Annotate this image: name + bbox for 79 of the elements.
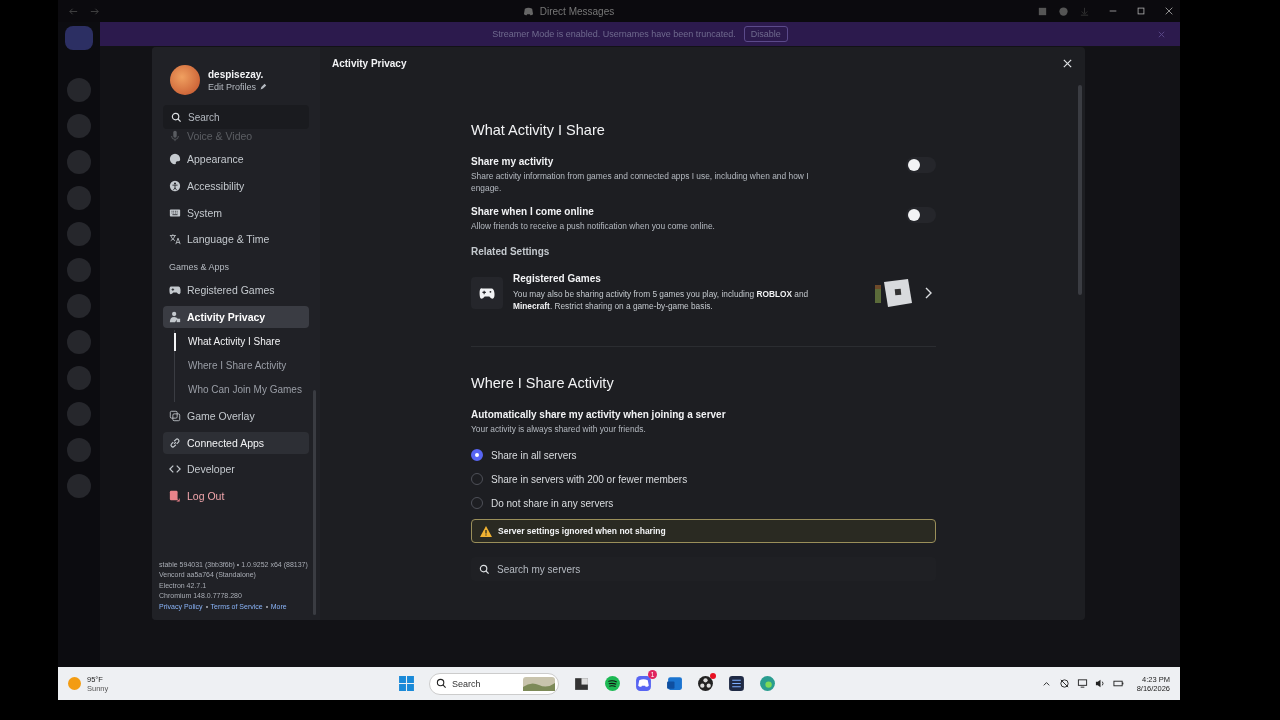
setting-label: Automatically share my activity when joining a server <box>471 409 727 420</box>
code-icon <box>169 463 181 476</box>
chevron-right-icon <box>924 286 932 299</box>
setting-label: Share my activity <box>471 156 555 167</box>
sidebar-item[interactable]: Log Out <box>163 485 309 508</box>
section-heading: Games & Apps <box>169 262 231 273</box>
sidebar-item[interactable]: Activity Privacy <box>163 306 309 328</box>
radio-label: Share in all servers <box>491 449 577 461</box>
radio-option[interactable]: Do not share in any servers <box>471 495 936 511</box>
sidebar-item[interactable]: Appearance <box>163 148 309 170</box>
banner-text: Streamer Mode is enabled. Usernames have been truncated. <box>492 29 736 39</box>
card-title: Registered Games <box>513 273 602 284</box>
sidebar-item[interactable]: Connected Apps <box>163 431 309 454</box>
palette-icon <box>169 153 181 165</box>
browser-icon[interactable] <box>759 675 776 692</box>
radio-option[interactable]: Share in all servers <box>471 447 936 463</box>
scrollbar[interactable] <box>1078 85 1082 295</box>
close-icon[interactable] <box>1164 6 1174 16</box>
section-title: Where I Share Activity <box>471 375 615 391</box>
avatar[interactable] <box>170 65 200 95</box>
logout-icon <box>169 490 181 503</box>
sidebar-subitem[interactable]: What Activity I Share <box>174 332 310 351</box>
music-app-icon[interactable] <box>604 675 621 692</box>
toggle-switch[interactable] <box>906 157 936 173</box>
inbox-icon[interactable] <box>1037 5 1048 17</box>
speaker-icon[interactable] <box>1094 678 1106 689</box>
subheading: Related Settings <box>471 246 551 257</box>
search-icon <box>479 563 490 575</box>
status-dot <box>710 673 716 679</box>
username: despisezay. <box>208 68 265 80</box>
sidebar-item[interactable]: Game Overlay <box>163 404 309 427</box>
app-icon[interactable] <box>728 675 745 692</box>
related-settings-card[interactable]: Registered Games You may also be sharing activity from 5 games you play, including ROBLOX and Minecraft. Restrict sharing on a game-by-game basis. <box>471 269 936 316</box>
maximize-icon[interactable] <box>1136 6 1146 16</box>
search-field[interactable]: Search <box>163 105 309 129</box>
access-icon <box>169 179 181 192</box>
help-icon[interactable] <box>1058 5 1069 17</box>
translate-icon <box>169 233 181 246</box>
edit-profiles-link[interactable]: Edit Profiles <box>208 81 268 92</box>
chat-app-icon[interactable] <box>635 675 652 692</box>
sidebar-subitem[interactable]: Who Can Join My Games <box>174 377 310 402</box>
card-description: You may also be sharing activity from 5 games you play, including ROBLOX and Minecraft. Restrict sharing on a game-by-game basis. <box>513 288 810 312</box>
pencil-icon <box>259 82 268 91</box>
setting-label: Share when I come online <box>471 206 595 217</box>
search-icon <box>436 678 447 689</box>
radio-label: Share in servers with 200 or fewer members <box>491 473 688 485</box>
person-icon <box>169 311 181 323</box>
file-icon[interactable] <box>573 675 590 692</box>
mail-app-icon[interactable] <box>666 675 683 692</box>
monitor-icon[interactable] <box>1076 678 1088 689</box>
gamepad-icon <box>471 276 503 309</box>
sidebar-subitem[interactable]: Where I Share Activity <box>174 353 310 378</box>
sun-icon <box>68 677 81 690</box>
battery-icon[interactable] <box>1112 678 1124 689</box>
overlay-icon <box>169 409 181 422</box>
network-icon[interactable] <box>1058 678 1070 689</box>
setting-description: Your activity is always shared with your friends. <box>471 423 647 435</box>
setting-description: Allow friends to receive a push notification when you come online. <box>471 220 716 232</box>
radio-button[interactable] <box>471 449 483 461</box>
sidebar-item[interactable]: Language & Time <box>163 228 309 251</box>
toggle-switch[interactable] <box>906 207 936 223</box>
sidebar-item[interactable]: System <box>163 201 309 224</box>
window-title: Direct Messages <box>539 5 615 17</box>
section-title: What Activity I Share <box>471 122 606 138</box>
windows-start-icon[interactable] <box>398 675 415 692</box>
setting-description: Share activity information from games and connected apps I use, including when and how I engage. <box>471 170 810 194</box>
mic-icon <box>169 130 181 142</box>
sidebar-item[interactable]: Accessibility <box>163 174 309 197</box>
sidebar-item[interactable]: Developer <box>163 458 309 481</box>
gamepad-icon <box>169 284 181 297</box>
page-title: Activity Privacy <box>332 58 407 69</box>
sidebar-item[interactable]: Registered Games <box>163 279 309 302</box>
warning-icon <box>480 525 492 537</box>
search-icon <box>171 111 182 123</box>
warning-text: Server settings ignored when not sharing <box>498 526 666 536</box>
link-icon <box>169 436 181 449</box>
radio-option[interactable]: Share in servers with 200 or fewer members <box>471 471 936 487</box>
radio-label: Do not share in any servers <box>491 497 614 509</box>
game-icons-drawing <box>874 277 914 308</box>
